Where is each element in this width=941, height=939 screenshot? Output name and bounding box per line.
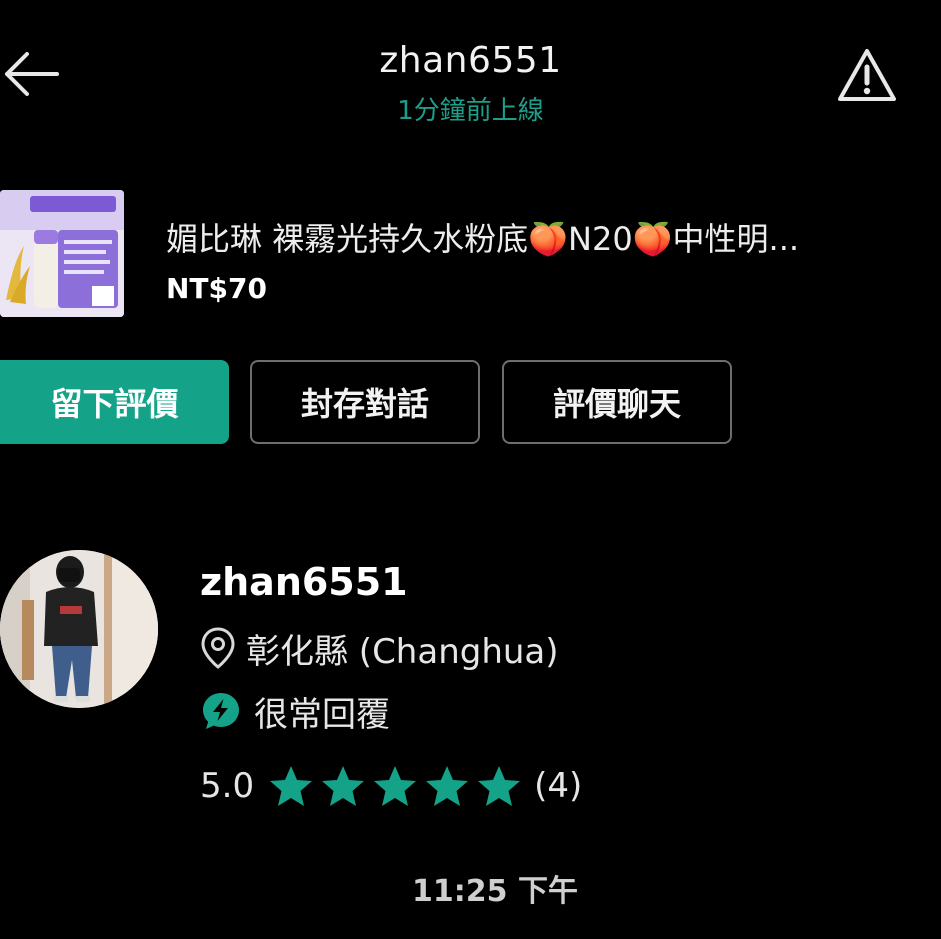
- warning-triangle-icon: [838, 49, 896, 101]
- seller-rating[interactable]: 5.0 (4): [200, 758, 582, 814]
- star-icon: [322, 766, 365, 806]
- star-icon: [270, 766, 313, 806]
- leave-review-button[interactable]: 留下評價: [0, 360, 229, 444]
- seller-response-rate: 很常回覆: [200, 684, 390, 738]
- archive-chat-button[interactable]: 封存對話: [250, 360, 480, 444]
- avatar[interactable]: [0, 550, 158, 708]
- online-status: 1分鐘前上線: [397, 96, 544, 126]
- product-image: [0, 190, 124, 317]
- location-text: 彰化縣 (Changhua): [246, 631, 559, 672]
- star-icon: [478, 766, 521, 806]
- product-title[interactable]: 媚比琳 裸霧光持久水粉底🍑N20🍑中性明...: [166, 214, 941, 260]
- rate-chat-button[interactable]: 評價聊天: [502, 360, 732, 444]
- message-timestamp: 11:25 下午: [412, 874, 578, 909]
- product-thumbnail[interactable]: [0, 190, 124, 317]
- chat-screen: zhan6551 1分鐘前上線 媚比琳 裸霧光持久水粉底🍑N20🍑中性明... …: [0, 0, 941, 939]
- star-rating: [268, 764, 522, 808]
- lightning-bolt-icon: [203, 693, 239, 729]
- seller-username[interactable]: zhan6551: [200, 560, 408, 604]
- seller-location: 彰化縣 (Changhua): [200, 622, 559, 674]
- star-icon: [426, 766, 469, 806]
- rating-count: (4): [534, 766, 583, 806]
- rating-value: 5.0: [200, 766, 255, 806]
- response-text: 很常回覆: [254, 694, 390, 735]
- chat-partner-name: zhan6551: [379, 40, 562, 81]
- map-pin-icon: [201, 627, 235, 669]
- report-button[interactable]: [833, 44, 901, 106]
- product-price: NT$70: [166, 272, 267, 305]
- avatar-image: [0, 550, 158, 708]
- star-icon: [374, 766, 417, 806]
